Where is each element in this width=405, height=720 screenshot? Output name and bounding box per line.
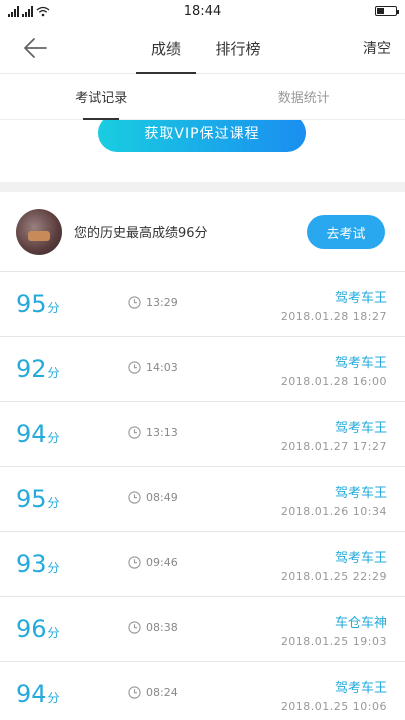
list-item[interactable]: 94分 13:13 驾考车王 2018.01.27 17:27	[0, 402, 405, 467]
clear-button[interactable]: 清空	[363, 22, 391, 74]
duration-text: 08:24	[146, 686, 178, 699]
score-unit: 分	[47, 691, 60, 705]
back-button[interactable]	[20, 34, 50, 62]
score-number: 95	[16, 290, 47, 318]
list-item[interactable]: 93分 09:46 驾考车王 2018.01.25 22:29	[0, 532, 405, 597]
rank-title: 驾考车王	[334, 291, 387, 306]
score-value: 93分	[16, 550, 60, 578]
best-score-row: 您的历史最高成绩96分 去考试	[0, 192, 405, 272]
score-number: 94	[16, 680, 47, 708]
top-nav: 成绩 排行榜 清空	[0, 22, 405, 74]
score-value: 94分	[16, 680, 60, 708]
score-value: 92分	[16, 355, 60, 383]
clock-time: 18:44	[183, 3, 222, 19]
list-item[interactable]: 92分 14:03 驾考车王 2018.01.28 16:00	[0, 337, 405, 402]
score-number: 92	[16, 355, 47, 383]
duration: 14:03	[128, 361, 178, 374]
duration: 08:38	[128, 621, 178, 634]
record-date: 2018.01.25 22:29	[280, 570, 387, 583]
duration: 13:29	[128, 296, 178, 309]
rank-title: 车仓车神	[334, 616, 387, 631]
tab-data-statistics[interactable]: 数据统计	[203, 74, 405, 119]
list-item[interactable]: 94分 08:24 驾考车王 2018.01.25 10:06	[0, 662, 405, 720]
rank-title: 驾考车王	[334, 356, 387, 371]
duration: 08:24	[128, 686, 178, 699]
tab-exam-records[interactable]: 考试记录	[0, 74, 203, 120]
tab-scores[interactable]: 成绩	[130, 22, 202, 74]
rank-title: 驾考车王	[334, 486, 387, 501]
score-number: 96	[16, 615, 47, 643]
record-date: 2018.01.25 19:03	[280, 635, 387, 648]
duration: 09:46	[128, 556, 178, 569]
score-unit: 分	[47, 366, 60, 380]
clock-icon	[128, 426, 141, 439]
score-unit: 分	[47, 496, 60, 510]
vip-course-button[interactable]: 获取VIP保过课程	[98, 120, 306, 152]
list-item[interactable]: 95分 13:29 驾考车王 2018.01.28 18:27	[0, 272, 405, 337]
record-date: 2018.01.27 17:27	[280, 440, 387, 453]
go-exam-button[interactable]: 去考试	[307, 215, 385, 249]
clock-icon	[128, 556, 141, 569]
avatar[interactable]	[16, 208, 62, 255]
score-number: 94	[16, 420, 47, 448]
score-value: 94分	[16, 420, 60, 448]
best-score-text: 您的历史最高成绩96分	[74, 226, 208, 241]
duration-text: 13:13	[146, 426, 178, 439]
score-number: 95	[16, 485, 47, 513]
battery-icon	[375, 6, 399, 16]
rank-title: 驾考车王	[334, 421, 387, 436]
clock-icon	[128, 621, 141, 634]
status-bar: 18:44	[0, 0, 405, 22]
duration-text: 08:49	[146, 491, 178, 504]
section-divider	[0, 182, 405, 192]
score-unit: 分	[47, 626, 60, 640]
duration-text: 09:46	[146, 556, 178, 569]
rank-title: 驾考车王	[334, 681, 387, 696]
clock-icon	[128, 686, 141, 699]
duration: 13:13	[128, 426, 178, 439]
score-number: 93	[16, 550, 47, 578]
clock-icon	[128, 296, 141, 309]
record-date: 2018.01.28 18:27	[280, 310, 387, 323]
vip-banner: 获取VIP保过课程	[0, 120, 405, 182]
duration-text: 14:03	[146, 361, 178, 374]
score-value: 95分	[16, 485, 60, 513]
score-value: 95分	[16, 290, 60, 318]
record-date: 2018.01.28 16:00	[280, 375, 387, 388]
arrow-left-icon	[24, 38, 47, 58]
record-date: 2018.01.26 10:34	[280, 505, 387, 518]
score-unit: 分	[47, 431, 60, 445]
sub-tabs: 考试记录 数据统计	[0, 74, 405, 120]
exam-record-list: 95分 13:29 驾考车王 2018.01.28 18:27 92分 14:03 驾考车王…	[0, 272, 405, 720]
score-unit: 分	[47, 301, 60, 315]
tab-leaderboard[interactable]: 排行榜	[202, 22, 274, 74]
score-unit: 分	[47, 561, 60, 575]
duration: 08:49	[128, 491, 178, 504]
clock-icon	[128, 491, 141, 504]
duration-text: 08:38	[146, 621, 178, 634]
rank-title: 驾考车王	[334, 551, 387, 566]
clock-icon	[128, 361, 141, 374]
record-date: 2018.01.25 10:06	[280, 700, 387, 713]
list-item[interactable]: 95分 08:49 驾考车王 2018.01.26 10:34	[0, 467, 405, 532]
duration-text: 13:29	[146, 296, 178, 309]
score-value: 96分	[16, 615, 60, 643]
list-item[interactable]: 96分 08:38 车仓车神 2018.01.25 19:03	[0, 597, 405, 662]
